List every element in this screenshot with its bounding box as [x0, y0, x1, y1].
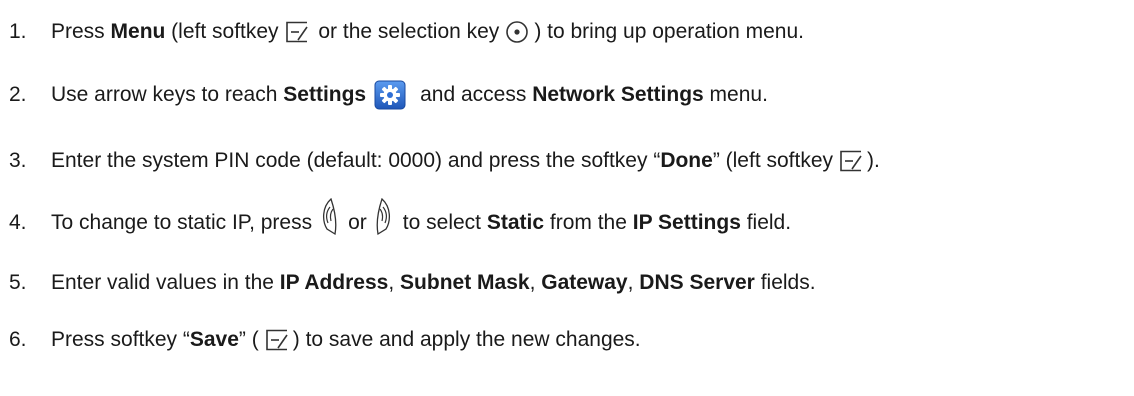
step-text-part: to select [402, 211, 487, 234]
step-number: 3. [9, 149, 27, 172]
step-number: 5. [9, 271, 27, 294]
step-2: 2. Use arrow keys to reach Settings and … [9, 75, 768, 115]
step-text-part: (left softkey [165, 20, 279, 43]
left-softkey-icon [839, 150, 863, 172]
left-arrow-key-icon [318, 198, 340, 236]
step-text-part: or [348, 211, 367, 234]
step-number: 4. [9, 211, 27, 234]
step-text-part: ” (left softkey [712, 149, 834, 172]
step-text-part: , [529, 271, 542, 294]
step-text-part: , [627, 271, 640, 294]
ip-address-field-name: IP Address [279, 271, 389, 294]
dns-server-field-name: DNS Server [639, 271, 755, 294]
step-text-part: ) to save and apply the new changes. [292, 328, 641, 351]
step-text: To change to static IP, press or to sele… [51, 198, 792, 242]
step-text-part: Enter the system PIN code (default: 0000… [51, 149, 661, 172]
menu-key-name: Menu [110, 20, 166, 43]
static-option-name: Static [486, 211, 545, 234]
left-softkey-icon [265, 329, 289, 351]
step-text-part: Press softkey “ [51, 328, 190, 351]
step-text-part: or the selection key [312, 20, 500, 43]
step-text-part: field. [740, 211, 792, 234]
step-6: 6. Press softkey “ Save ” ( ) to save an… [9, 320, 641, 360]
step-4: 4. To change to static IP, press or to s… [9, 198, 792, 243]
step-text-part: Use arrow keys to reach [51, 83, 284, 106]
step-text-part: Enter valid values in the [51, 271, 280, 294]
right-arrow-key-icon [373, 198, 395, 236]
settings-menu-name: Settings [283, 83, 367, 106]
instruction-steps: 1. Press Menu (left softkey or the selec… [0, 0, 1134, 396]
step-text-part: menu. [703, 83, 768, 106]
network-settings-menu-name: Network Settings [532, 83, 704, 106]
step-text-part: , [388, 271, 401, 294]
step-text-part: fields. [754, 271, 816, 294]
step-text-part: ) to bring up operation menu. [534, 20, 804, 43]
gateway-field-name: Gateway [541, 271, 628, 294]
step-text: Press Menu (left softkey or the selectio… [51, 18, 804, 46]
step-5: 5. Enter valid values in the IP Address … [9, 263, 816, 303]
step-text-part: Press [51, 20, 111, 43]
step-text: Press softkey “ Save ” ( ) to save and a… [51, 326, 641, 354]
selection-key-icon [505, 20, 529, 44]
settings-gear-icon [374, 80, 406, 110]
step-1: 1. Press Menu (left softkey or the selec… [9, 12, 804, 52]
done-key-name: Done [660, 149, 713, 172]
step-text-part: ” ( [238, 328, 259, 351]
left-softkey-icon [285, 21, 309, 43]
step-text: Use arrow keys to reach Settings and acc… [51, 80, 768, 110]
subnet-mask-field-name: Subnet Mask [400, 271, 530, 294]
save-key-name: Save [189, 328, 239, 351]
step-text: Enter the system PIN code (default: 0000… [51, 147, 880, 175]
step-text-part: ). [867, 149, 880, 172]
step-text: Enter valid values in the IP Address , S… [51, 269, 816, 297]
step-text-part: from the [544, 211, 633, 234]
step-number: 2. [9, 83, 27, 106]
ip-settings-field-name: IP Settings [632, 211, 741, 234]
step-text-part: To change to static IP, press [51, 211, 313, 234]
step-number: 1. [9, 20, 27, 43]
step-text-part: and access [420, 83, 533, 106]
step-number: 6. [9, 328, 27, 351]
step-3: 3. Enter the system PIN code (default: 0… [9, 141, 880, 181]
